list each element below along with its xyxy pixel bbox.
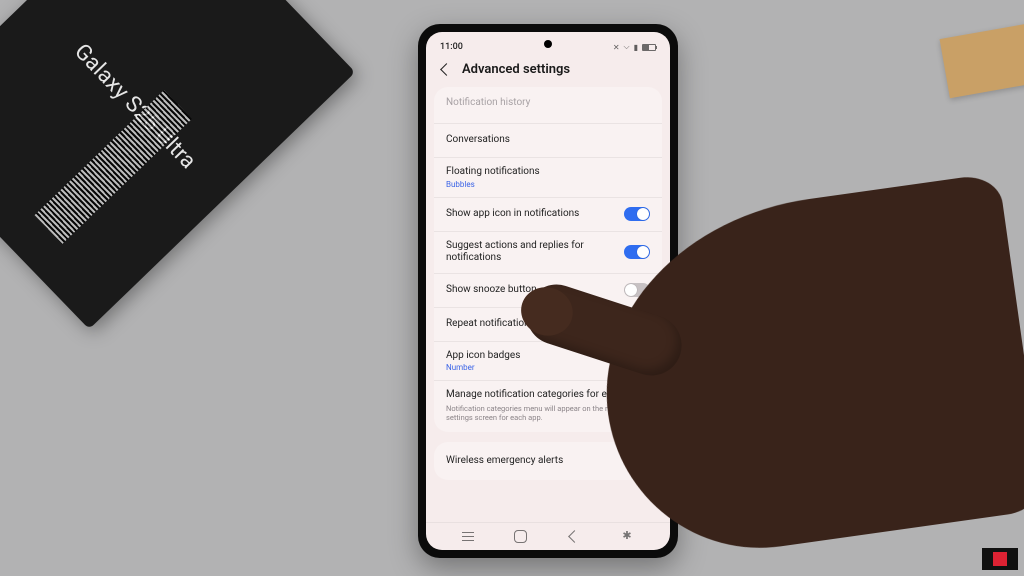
mute-icon: ✕ [613, 43, 620, 52]
row-subvalue: Bubbles [446, 180, 650, 189]
row-suggest-actions[interactable]: Suggest actions and replies for notifica… [434, 231, 662, 273]
status-time: 11:00 [440, 42, 463, 52]
row-show-app-icon[interactable]: Show app icon in notifications [434, 197, 662, 231]
product-box: Galaxy S25 Ultra [0, 0, 355, 329]
wooden-prop [940, 22, 1024, 98]
battery-icon [642, 44, 656, 51]
nav-home-icon[interactable] [514, 530, 527, 543]
product-box-barcode [35, 90, 192, 244]
nav-accessibility-icon[interactable] [619, 528, 637, 546]
signal-icon: ▮ [634, 43, 638, 52]
back-icon[interactable] [438, 63, 452, 77]
row-label: Notification history [446, 97, 650, 110]
row-conversations[interactable]: Conversations [434, 123, 662, 157]
status-icons: ✕ ⌵ ▮ [613, 42, 656, 52]
row-label: Conversations [446, 134, 650, 147]
toggle-show-app-icon[interactable] [624, 207, 650, 221]
wifi-icon: ⌵ [624, 42, 630, 52]
page-header: Advanced settings [426, 54, 670, 87]
toggle-suggest-actions[interactable] [624, 245, 650, 259]
row-label: Suggest actions and replies for notifica… [446, 240, 624, 265]
row-notification-history[interactable]: Notification history [434, 89, 662, 123]
row-label: Floating notifications [446, 166, 650, 179]
nav-back-icon[interactable] [564, 528, 582, 546]
row-floating-notifications[interactable]: Floating notifications Bubbles [434, 157, 662, 197]
channel-watermark [982, 548, 1018, 570]
system-nav-bar [426, 522, 670, 550]
camera-hole [544, 40, 552, 48]
nav-recents-icon[interactable] [459, 528, 477, 546]
page-title: Advanced settings [462, 62, 570, 77]
row-label: Show app icon in notifications [446, 208, 624, 221]
